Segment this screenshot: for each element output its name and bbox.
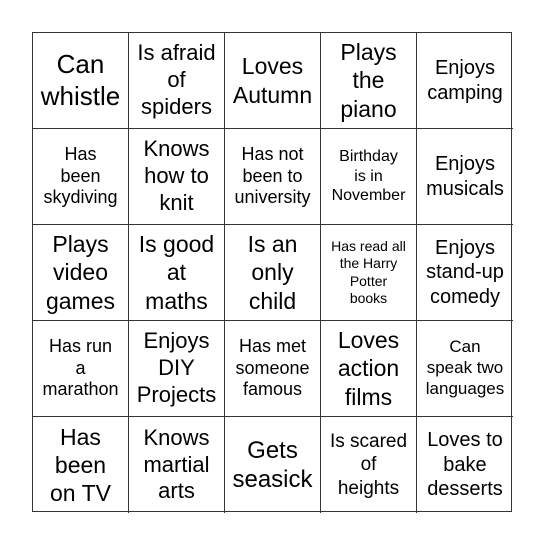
bingo-cell[interactable]: Can speak two languages [417,321,513,417]
bingo-cell[interactable]: Is an only child [225,225,321,321]
bingo-cell[interactable]: Knows martial arts [129,417,225,513]
bingo-cell[interactable]: Plays video games [33,225,129,321]
bingo-cell[interactable]: Enjoys stand-up comedy [417,225,513,321]
bingo-cell[interactable]: Knows how to knit [129,129,225,225]
bingo-cell[interactable]: Enjoys musicals [417,129,513,225]
bingo-cell[interactable]: Has not been to university [225,129,321,225]
bingo-cell[interactable]: Has been skydiving [33,129,129,225]
bingo-cell[interactable]: Can whistle [33,33,129,129]
bingo-cell[interactable]: Loves Autumn [225,33,321,129]
bingo-cell[interactable]: Has met someone famous [225,321,321,417]
bingo-cell[interactable]: Gets seasick [225,417,321,513]
bingo-grid: Can whistle Is afraid of spiders Loves Aut… [32,32,513,513]
bingo-cell[interactable]: Has read all the Harry Potter books [321,225,417,321]
bingo-cell[interactable]: Has been on TV [33,417,129,513]
bingo-cell[interactable]: Enjoys DIY Projects [129,321,225,417]
bingo-cell[interactable]: Is good at maths [129,225,225,321]
bingo-cell[interactable]: Plays the piano [321,33,417,129]
bingo-cell[interactable]: Loves action films [321,321,417,417]
bingo-cell[interactable]: Has run a marathon [33,321,129,417]
bingo-cell[interactable]: Enjoys camping [417,33,513,129]
bingo-cell[interactable]: Is scared of heights [321,417,417,513]
bingo-cell[interactable]: Birthday is in November [321,129,417,225]
bingo-cell[interactable]: Loves to bake desserts [417,417,513,513]
bingo-cell[interactable]: Is afraid of spiders [129,33,225,129]
